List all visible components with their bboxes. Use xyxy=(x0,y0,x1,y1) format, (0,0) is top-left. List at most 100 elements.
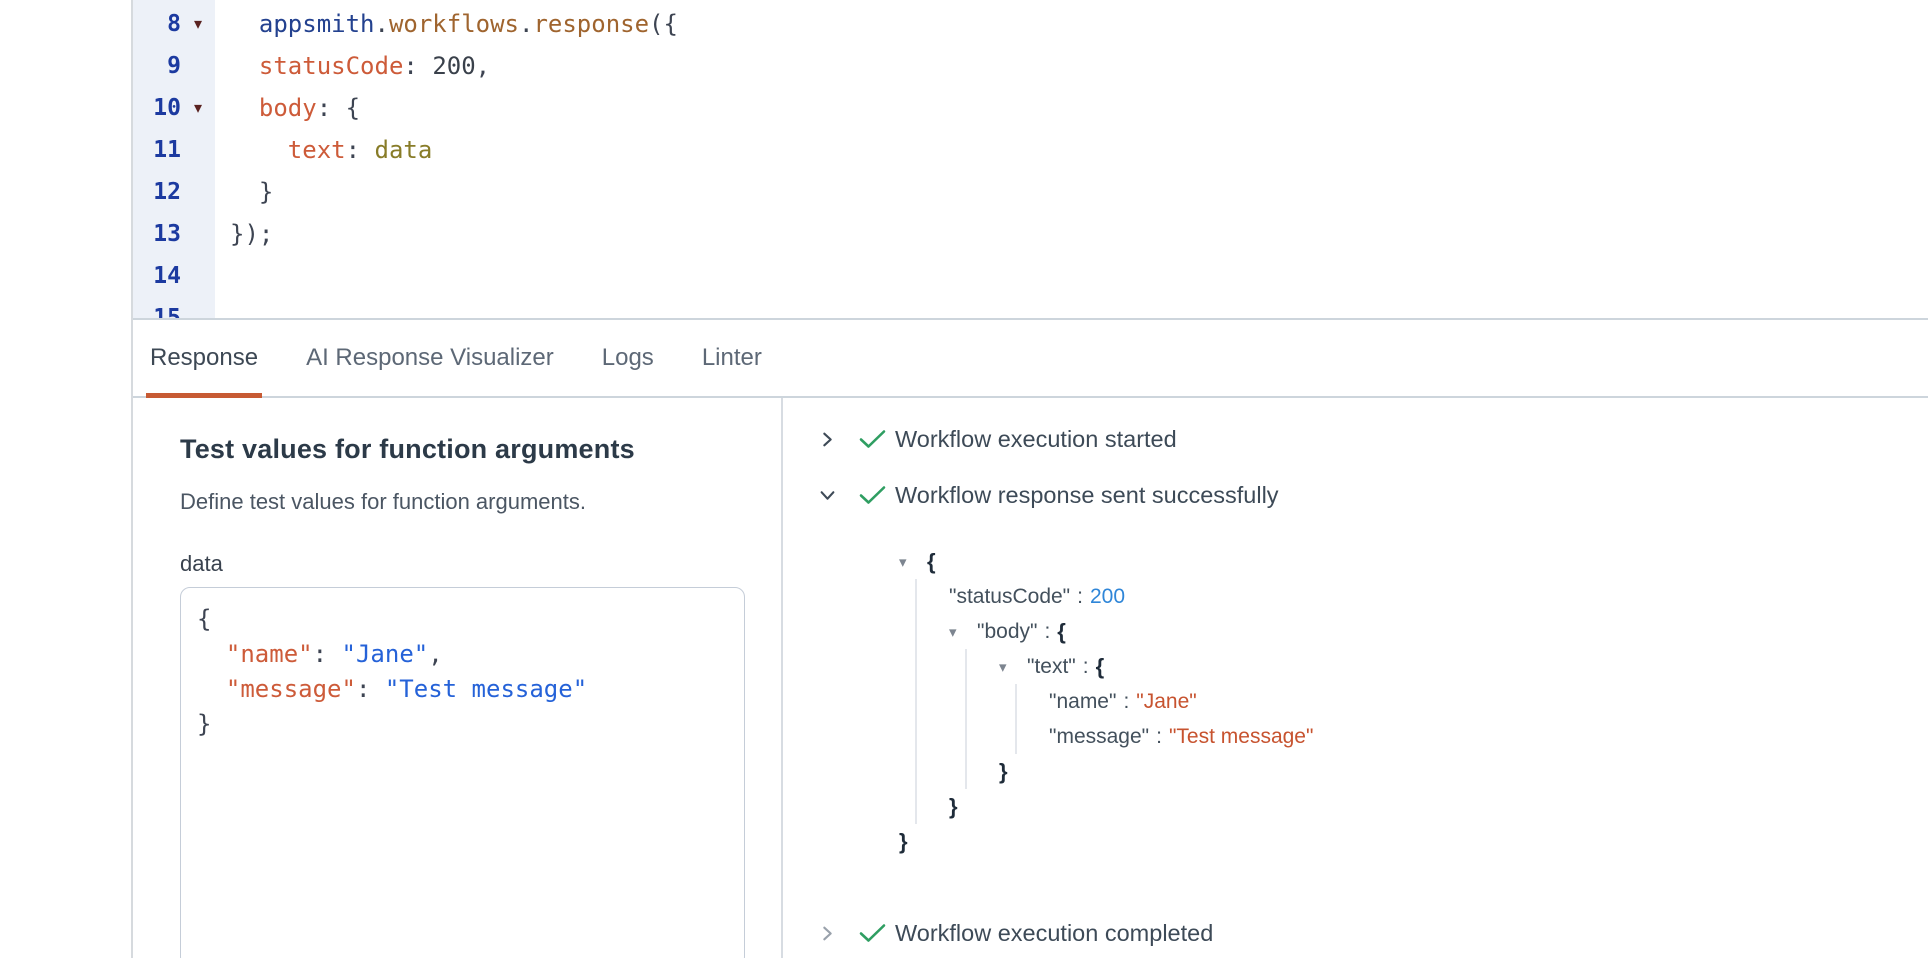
code-line[interactable]: }); xyxy=(230,213,1928,255)
fold-caret-icon[interactable]: ▾ xyxy=(194,100,202,117)
code-line[interactable]: body: { xyxy=(230,87,1928,129)
editor-gutter: 8 ▾ 9 10 ▾ 11 12 xyxy=(133,0,215,318)
code-token: statusCode xyxy=(259,52,404,80)
code-token: { xyxy=(197,605,211,633)
line-number: 15 xyxy=(153,305,181,320)
event-label: Workflow response sent successfully xyxy=(895,482,1279,509)
chevron-down-icon[interactable] xyxy=(819,487,845,504)
json-string-value: "Test message" xyxy=(1169,725,1313,749)
data-field-label: data xyxy=(180,551,781,577)
code-token: } xyxy=(197,710,211,738)
code-token xyxy=(230,10,259,38)
event-row-response-sent[interactable]: Workflow response sent successfully xyxy=(819,476,1928,514)
code-token: data xyxy=(375,136,433,164)
code-token: : xyxy=(313,640,342,668)
tree-row-body: ▾ "body" : { xyxy=(949,614,1928,649)
tree-row-text: ▾ "text" : { xyxy=(999,649,1928,684)
tab-label: Response xyxy=(150,344,258,372)
code-token: "message" xyxy=(226,675,356,703)
code-token: appsmith xyxy=(259,10,375,38)
gutter-row: 8 ▾ xyxy=(133,3,215,45)
line-number: 10 xyxy=(153,95,181,121)
code-editor[interactable]: 8 ▾ 9 10 ▾ 11 12 xyxy=(133,0,1928,320)
data-field-input[interactable]: { "name": "Jane", "message": "Test messa… xyxy=(180,587,745,958)
response-pane: Test values for function arguments Defin… xyxy=(133,398,1928,958)
tree-row-root-close: } xyxy=(899,824,1928,859)
caret-down-icon[interactable]: ▾ xyxy=(999,658,1017,676)
json-key: "text" xyxy=(1027,655,1076,679)
gutter-row: 9 xyxy=(133,45,215,87)
code-line[interactable]: text: data xyxy=(230,129,1928,171)
code-token: response xyxy=(533,10,649,38)
brace-close: } xyxy=(949,794,958,820)
tab-linter[interactable]: Linter xyxy=(698,320,766,396)
code-token: : { xyxy=(317,94,360,122)
code-token: : xyxy=(356,675,385,703)
event-row-execution-completed[interactable]: Workflow execution completed xyxy=(819,914,1928,952)
code-area[interactable]: appsmith.workflows.response({ statusCode… xyxy=(215,0,1928,318)
line-number: 13 xyxy=(153,221,181,247)
brace-open: { xyxy=(1057,619,1066,645)
json-key: "name" xyxy=(1049,690,1116,714)
code-line[interactable] xyxy=(230,297,1928,320)
json-colon: : xyxy=(1083,655,1089,679)
tree-level-3: "name" : "Jane" "message" : "Test messag… xyxy=(1015,684,1928,754)
line-number: 12 xyxy=(153,179,181,205)
caret-down-icon[interactable]: ▾ xyxy=(899,553,917,571)
chevron-right-icon[interactable] xyxy=(819,431,845,448)
json-colon: : xyxy=(1156,725,1162,749)
code-token xyxy=(197,675,226,703)
code-token: : xyxy=(346,136,375,164)
code-token xyxy=(230,136,288,164)
code-line[interactable]: } xyxy=(230,171,1928,213)
code-token: , xyxy=(476,52,490,80)
code-line[interactable] xyxy=(230,255,1928,297)
workflow-editor-page: 8 ▾ 9 10 ▾ 11 12 xyxy=(0,0,1928,958)
line-number: 11 xyxy=(153,137,181,163)
test-values-panel: Test values for function arguments Defin… xyxy=(133,398,783,958)
tree-level-2: ▾ "text" : { "name" : "Jane" xyxy=(965,649,1928,789)
execution-log-panel: Workflow execution started Workflow resp… xyxy=(783,398,1928,958)
code-token xyxy=(197,640,226,668)
json-key: "body" xyxy=(977,620,1037,644)
json-string-value: "Jane" xyxy=(1136,690,1196,714)
brace-open: { xyxy=(1096,654,1105,680)
code-token: 200 xyxy=(432,52,475,80)
tab-response[interactable]: Response xyxy=(146,320,262,396)
tab-logs[interactable]: Logs xyxy=(598,320,658,396)
panel-title: Test values for function arguments xyxy=(180,434,781,465)
code-token: : xyxy=(403,52,432,80)
tree-row-text-close: } xyxy=(999,754,1928,789)
field-code-line: "message": "Test message" xyxy=(197,672,728,707)
field-code-line: "name": "Jane", xyxy=(197,637,728,672)
fold-caret-icon[interactable]: ▾ xyxy=(194,16,202,33)
check-icon xyxy=(859,429,895,449)
tab-label: Linter xyxy=(702,344,762,372)
code-token: . xyxy=(519,10,533,38)
code-token: "Jane" xyxy=(342,640,429,668)
code-line[interactable]: appsmith.workflows.response({ xyxy=(230,3,1928,45)
code-token: . xyxy=(375,10,389,38)
tree-row-body-close: } xyxy=(949,789,1928,824)
code-token xyxy=(230,52,259,80)
json-key: "statusCode" xyxy=(949,585,1070,609)
check-icon xyxy=(859,485,895,505)
tab-label: AI Response Visualizer xyxy=(306,344,554,372)
caret-down-icon[interactable]: ▾ xyxy=(949,623,967,641)
event-label: Workflow execution started xyxy=(895,426,1177,453)
line-number: 8 xyxy=(167,11,181,37)
gutter-row: 15 xyxy=(133,297,215,320)
json-colon: : xyxy=(1044,620,1050,644)
gutter-row: 11 xyxy=(133,129,215,171)
tab-label: Logs xyxy=(602,344,654,372)
code-token: "name" xyxy=(226,640,313,668)
chevron-right-icon[interactable] xyxy=(819,925,845,942)
event-row-execution-started[interactable]: Workflow execution started xyxy=(819,420,1928,458)
json-colon: : xyxy=(1077,585,1083,609)
bottom-pane-tabbar: Response AI Response Visualizer Logs Lin… xyxy=(133,320,1928,398)
code-token: , xyxy=(428,640,442,668)
tab-ai-response-visualizer[interactable]: AI Response Visualizer xyxy=(302,320,558,396)
json-key: "message" xyxy=(1049,725,1149,749)
code-line[interactable]: statusCode: 200, xyxy=(230,45,1928,87)
panel-subtitle: Define test values for function argument… xyxy=(180,489,781,515)
